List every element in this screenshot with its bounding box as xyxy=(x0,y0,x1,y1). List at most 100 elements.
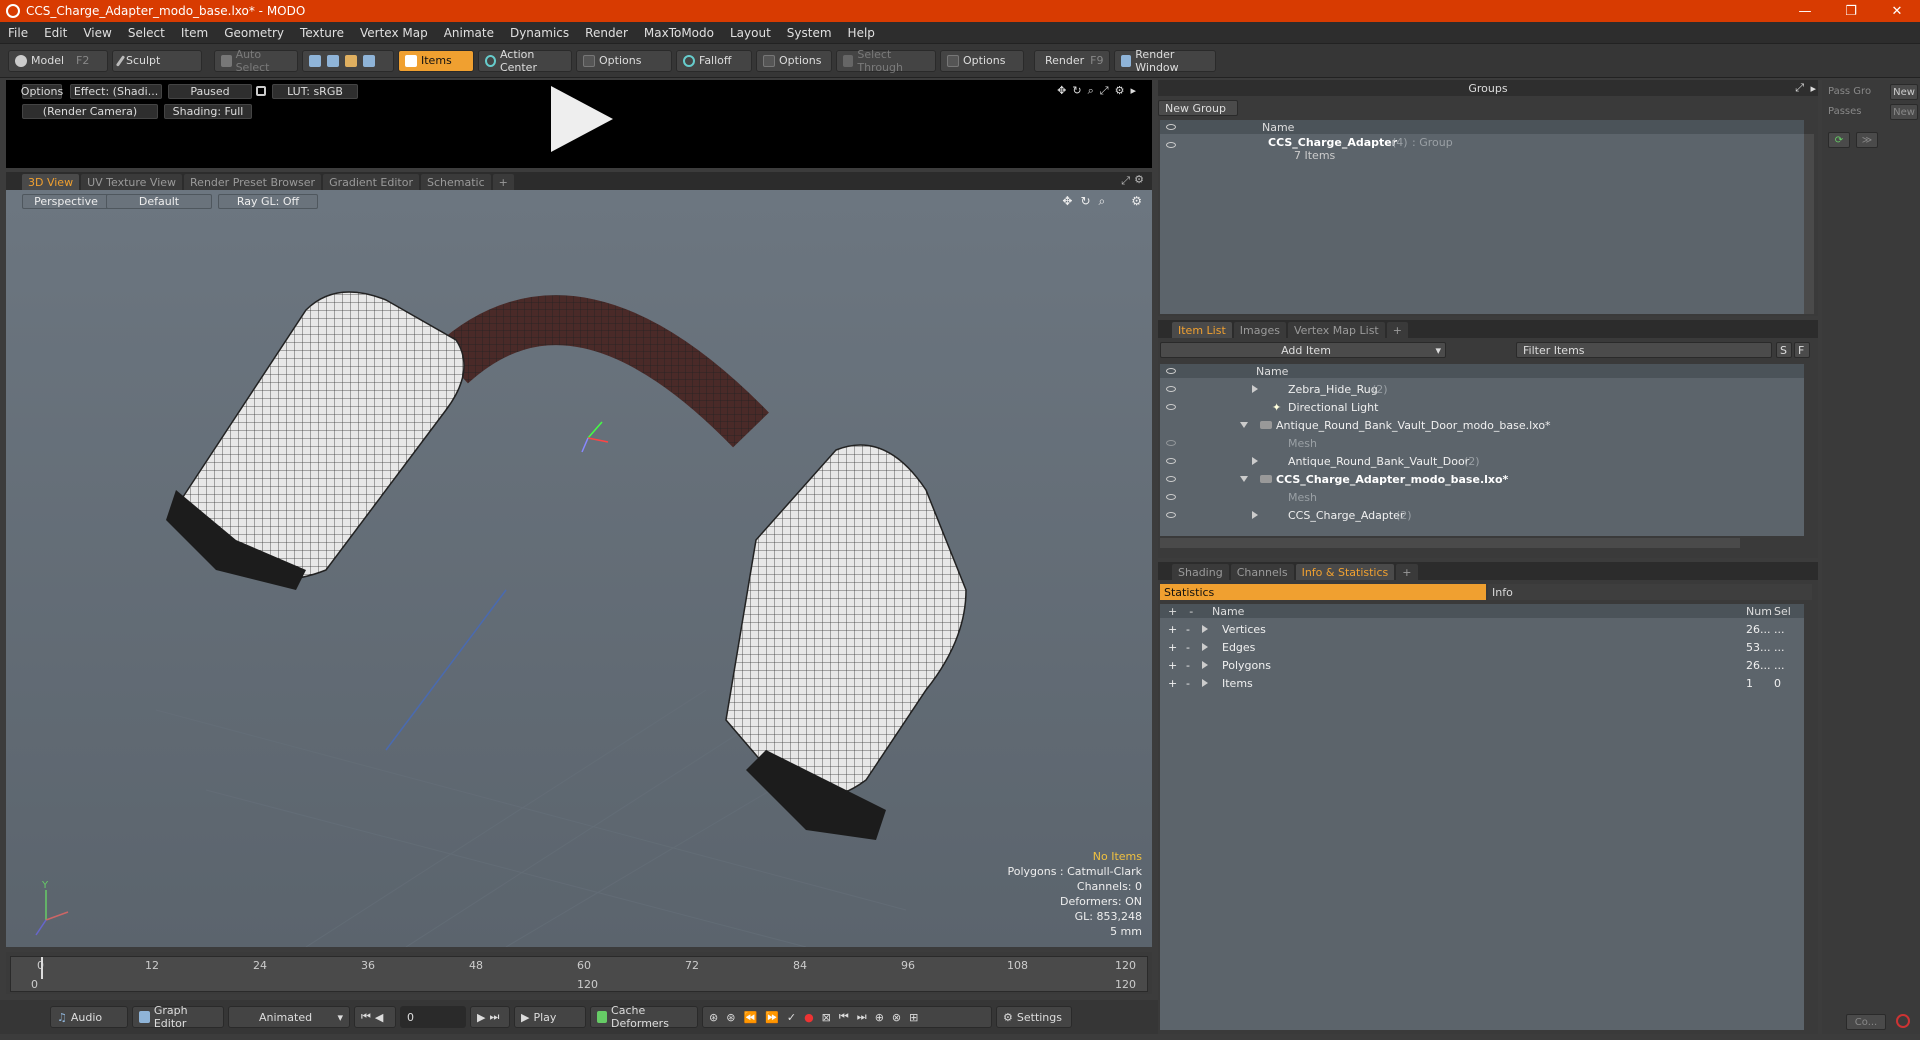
preview-lut-dropdown[interactable]: LUT: sRGB xyxy=(272,84,358,99)
expand-icon[interactable] xyxy=(1252,511,1258,519)
edges-mode-icon[interactable] xyxy=(327,54,339,67)
list-item[interactable]: Mesh xyxy=(1160,434,1804,452)
menu-help[interactable]: Help xyxy=(840,26,883,40)
statistics-tab-button[interactable]: Statistics xyxy=(1160,584,1486,600)
co-button[interactable]: Co... xyxy=(1846,1014,1886,1030)
timeline-ruler[interactable]: 0 12 24 36 48 60 72 84 96 108 120 0 120 … xyxy=(10,956,1148,992)
add-icon[interactable]: + xyxy=(1168,659,1177,672)
key-all-icon[interactable]: ⊗ xyxy=(892,1011,901,1024)
tab-vertex-map-list[interactable]: Vertex Map List xyxy=(1287,322,1385,338)
table-row[interactable]: + - Items 1 0 xyxy=(1160,674,1804,692)
refresh-icon[interactable]: ⟳ xyxy=(1828,132,1850,148)
items-mode-button[interactable]: Items xyxy=(398,49,474,72)
tab-images[interactable]: Images xyxy=(1233,322,1286,338)
action-center-options-button[interactable]: Options xyxy=(576,49,672,72)
vertices-mode-icon[interactable] xyxy=(309,54,321,67)
tab-item-list[interactable]: Item List xyxy=(1172,322,1232,338)
new-pass-group-button[interactable]: New xyxy=(1890,84,1918,100)
remove-icon[interactable]: - xyxy=(1186,623,1190,636)
visibility-icon[interactable] xyxy=(1166,494,1176,500)
key-last-icon[interactable]: ⏭ xyxy=(857,1010,867,1024)
walk-icon[interactable]: ⊛ xyxy=(709,1011,718,1024)
key-icon[interactable]: ✓ xyxy=(787,1011,796,1024)
gear-icon[interactable]: ⚙ xyxy=(1115,84,1125,98)
expand-icon[interactable] xyxy=(1202,661,1208,669)
add-icon[interactable]: + xyxy=(1168,641,1177,654)
s-toggle-button[interactable]: S xyxy=(1776,342,1792,358)
expand-icon[interactable]: ⤢ xyxy=(1795,81,1804,95)
playhead-marker[interactable] xyxy=(41,957,43,979)
collapse-icon[interactable] xyxy=(1240,476,1248,482)
menu-animate[interactable]: Animate xyxy=(436,26,502,40)
remove-icon[interactable]: - xyxy=(1186,659,1190,672)
groups-row[interactable]: CCS_Charge_Adapter (4) : Group 7 Items xyxy=(1160,134,1804,164)
zoom-icon[interactable]: ⌕ xyxy=(1088,84,1094,98)
add-item-dropdown[interactable]: Add Item ▾ xyxy=(1160,342,1446,358)
tab-3d-view[interactable]: 3D View xyxy=(22,174,80,190)
visibility-icon[interactable] xyxy=(1166,512,1176,518)
add-icon[interactable]: + xyxy=(1168,677,1177,690)
menu-item[interactable]: Item xyxy=(173,26,216,40)
list-item[interactable]: Antique_Round_Bank_Vault_Door_modo_base.… xyxy=(1160,416,1804,434)
menu-file[interactable]: File xyxy=(0,26,36,40)
preview-shading-dropdown[interactable]: Shading: Full xyxy=(164,104,252,119)
list-item[interactable]: CCS_Charge_Adapter_modo_base.lxo* xyxy=(1160,470,1804,488)
visibility-icon[interactable] xyxy=(1166,142,1176,148)
menu-system[interactable]: System xyxy=(779,26,840,40)
select-through-button[interactable]: Select Through xyxy=(836,48,936,74)
tab-gradient-editor[interactable]: Gradient Editor xyxy=(323,174,419,190)
list-item[interactable]: ✦ Directional Light xyxy=(1160,398,1804,416)
skip-start-icon[interactable]: ⏮ xyxy=(361,1010,371,1024)
gear-icon[interactable]: ⚙ xyxy=(1134,173,1144,186)
falloff-button[interactable]: Falloff xyxy=(676,49,752,72)
menu-view[interactable]: View xyxy=(75,26,119,40)
menu-edit[interactable]: Edit xyxy=(36,26,75,40)
item-list-hscrollbar[interactable] xyxy=(1160,538,1740,548)
menu-select[interactable]: Select xyxy=(120,26,173,40)
groups-scrollbar[interactable] xyxy=(1804,134,1814,314)
key-delete-icon[interactable]: ⊠ xyxy=(822,1011,831,1024)
add-icon[interactable]: + xyxy=(1168,623,1177,636)
remove-icon[interactable]: - xyxy=(1186,641,1190,654)
auto-select-button[interactable]: Auto Select xyxy=(214,48,298,74)
arrow-right-icon[interactable]: ▸ xyxy=(1810,82,1816,95)
menu-maxtomodo[interactable]: MaxToModo xyxy=(636,26,722,40)
preview-effect-dropdown[interactable]: Effect: (Shadi... xyxy=(70,84,162,99)
3d-viewport[interactable]: Perspective Default Ray GL: Off ✥ ↻ ⌕ ⚙ xyxy=(6,190,1152,947)
arrow-right-icon[interactable]: ▸ xyxy=(1130,84,1136,98)
materials-mode-icon[interactable] xyxy=(363,54,375,67)
maximize-button[interactable]: ❐ xyxy=(1828,0,1874,22)
render-window-button[interactable]: Render Window xyxy=(1114,48,1216,74)
menu-vertex-map[interactable]: Vertex Map xyxy=(352,26,436,40)
step-back-icon[interactable]: ◀ xyxy=(375,1011,383,1024)
expand-icon[interactable] xyxy=(1252,457,1258,465)
menu-layout[interactable]: Layout xyxy=(722,26,779,40)
sculpt-mode-button[interactable]: Sculpt xyxy=(112,49,202,72)
list-item[interactable]: CCS_Charge_Adapter (2) xyxy=(1160,506,1804,524)
fit-icon[interactable]: ⤢ xyxy=(1100,84,1109,98)
auto-key-icon[interactable]: ⊕ xyxy=(875,1011,884,1024)
tab-schematic[interactable]: Schematic xyxy=(421,174,491,190)
visibility-icon[interactable] xyxy=(1166,440,1176,446)
table-row[interactable]: + - Edges 53... ... xyxy=(1160,638,1804,656)
new-group-button[interactable]: New Group xyxy=(1158,100,1238,116)
key-prev-icon[interactable]: ⏪ xyxy=(743,1011,757,1024)
expand-icon[interactable] xyxy=(1202,679,1208,687)
filter-items-input[interactable]: Filter Items xyxy=(1516,342,1772,358)
visibility-icon[interactable] xyxy=(1166,404,1176,410)
visibility-icon[interactable] xyxy=(1166,458,1176,464)
polygons-mode-icon[interactable] xyxy=(345,54,357,67)
falloff-options-button[interactable]: Options xyxy=(756,49,832,72)
add-tab-button[interactable]: + xyxy=(1386,322,1408,338)
step-forward-icon[interactable]: ▶ xyxy=(477,1011,485,1024)
new-pass-button[interactable]: New xyxy=(1890,104,1918,120)
action-center-button[interactable]: Action Center xyxy=(478,48,572,74)
play-preview-icon[interactable] xyxy=(551,86,613,152)
table-row[interactable]: + - Polygons 26... ... xyxy=(1160,656,1804,674)
close-button[interactable]: ✕ xyxy=(1874,0,1920,22)
current-frame-field[interactable]: 0 xyxy=(400,1006,466,1028)
settings-button[interactable]: ⚙ Settings xyxy=(996,1006,1072,1028)
cache-deformers-button[interactable]: Cache Deformers xyxy=(590,1004,698,1030)
list-item[interactable]: Mesh xyxy=(1160,488,1804,506)
expand-icon[interactable] xyxy=(1202,643,1208,651)
